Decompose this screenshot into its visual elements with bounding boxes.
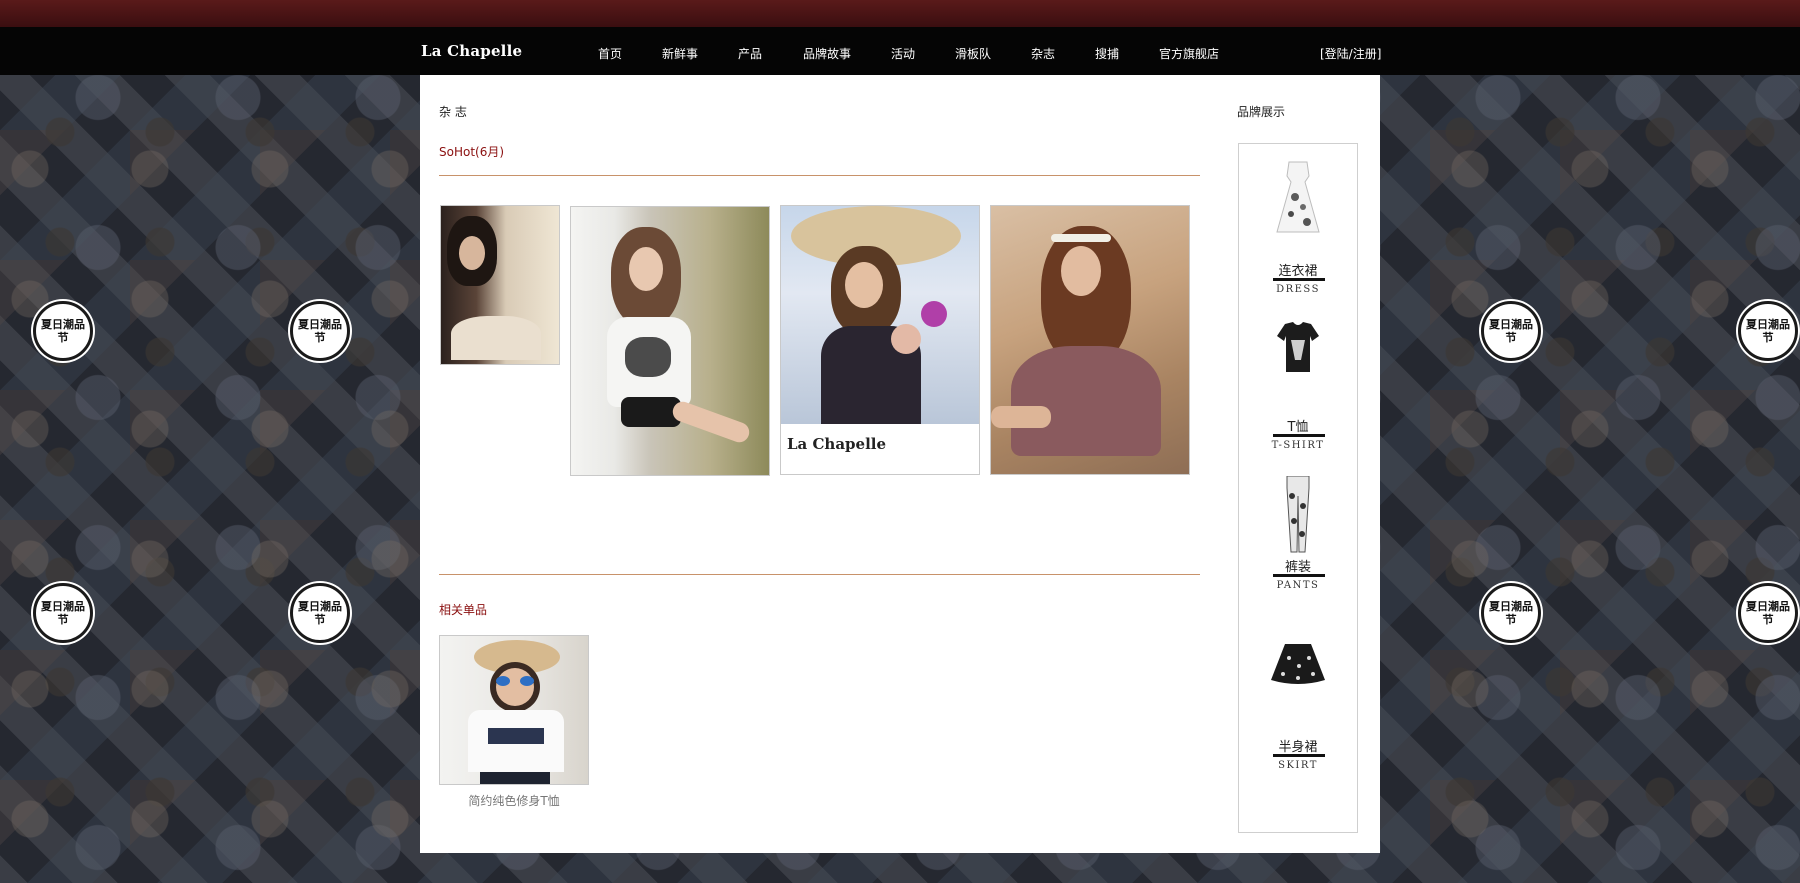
- content-panel: 杂 志 SoHot(6月) La Chapelle 相关单品 简约纯色修身T恤 …: [420, 75, 1380, 853]
- nav-item-home[interactable]: 首页: [598, 45, 622, 62]
- brand-showcase-panel: 连衣裙 DRESS T恤 T-SHIRT 裤装 PANTS 半身裙 SKIRT: [1238, 143, 1358, 833]
- divider: [439, 175, 1200, 176]
- page-title: 杂 志: [439, 105, 467, 119]
- product-thumbnail[interactable]: [439, 635, 589, 785]
- related-products-title: 相关单品: [439, 603, 488, 617]
- top-accent-bar: [0, 0, 1800, 27]
- promo-badge: 夏日潮品节: [33, 301, 93, 361]
- login-register-link[interactable]: [登陆/注册]: [1320, 45, 1381, 62]
- promo-badge: 夏日潮品节: [1738, 301, 1798, 361]
- promo-badge: 夏日潮品节: [1481, 583, 1541, 643]
- promo-badge: 夏日潮品节: [290, 301, 350, 361]
- nav-item-flagship-store[interactable]: 官方旗舰店: [1159, 45, 1219, 62]
- category-skirt[interactable]: 半身裙 SKIRT: [1239, 638, 1357, 788]
- skirt-icon: [1271, 644, 1325, 684]
- magazine-photo[interactable]: [440, 205, 560, 365]
- category-dress[interactable]: 连衣裙 DRESS: [1239, 152, 1357, 302]
- magazine-photo[interactable]: [570, 206, 770, 476]
- divider: [439, 574, 1200, 575]
- promo-badge: 夏日潮品节: [1738, 583, 1798, 643]
- nav-item-skate-team[interactable]: 滑板队: [955, 45, 991, 62]
- nav-item-events[interactable]: 活动: [891, 45, 915, 62]
- category-pants[interactable]: 裤装 PANTS: [1239, 476, 1357, 626]
- category-tshirt[interactable]: T恤 T-SHIRT: [1239, 314, 1357, 464]
- issue-title[interactable]: SoHot(6月): [439, 143, 504, 160]
- magazine-photo[interactable]: [990, 205, 1190, 475]
- nav-item-search[interactable]: 搜捕: [1095, 45, 1119, 62]
- nav-item-products[interactable]: 产品: [738, 45, 762, 62]
- tshirt-icon: [1277, 322, 1319, 372]
- cover-caption: La Chapelle: [781, 424, 979, 474]
- brand-showcase-title: 品牌展示: [1237, 105, 1286, 119]
- promo-badge: 夏日潮品节: [290, 583, 350, 643]
- dress-icon: [1276, 161, 1320, 233]
- brand-logo[interactable]: La Chapelle: [421, 42, 522, 60]
- nav-item-brand-story[interactable]: 品牌故事: [803, 45, 851, 62]
- promo-badge: 夏日潮品节: [33, 583, 93, 643]
- product-name[interactable]: 简约纯色修身T恤: [439, 792, 589, 809]
- main-navbar: La Chapelle 首页 新鲜事 产品 品牌故事 活动 滑板队 杂志 搜捕 …: [0, 27, 1800, 75]
- promo-badge: 夏日潮品节: [1481, 301, 1541, 361]
- nav-item-news[interactable]: 新鲜事: [662, 45, 698, 62]
- magazine-cover-card[interactable]: La Chapelle: [780, 205, 980, 475]
- nav-item-magazine[interactable]: 杂志: [1031, 45, 1055, 62]
